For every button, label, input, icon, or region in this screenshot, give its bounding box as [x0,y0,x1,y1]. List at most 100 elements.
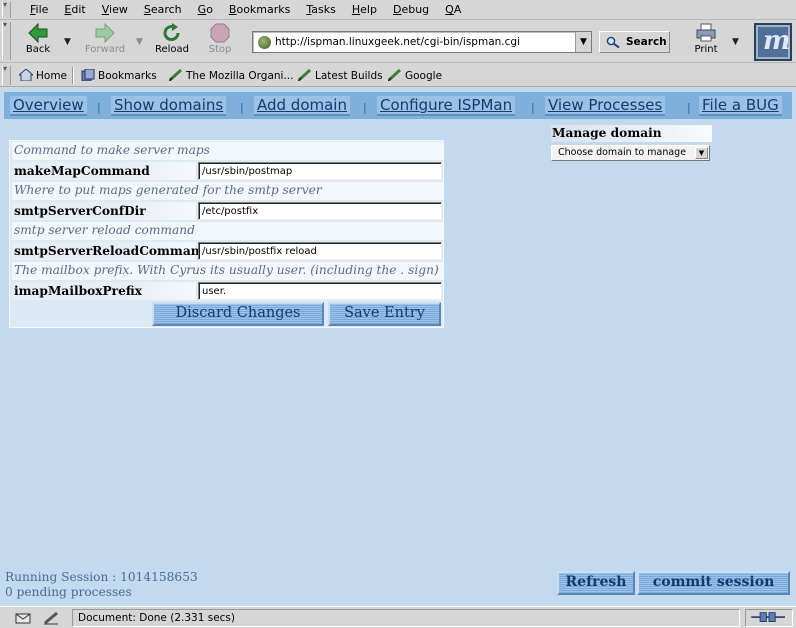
field-label: imapMailboxPrefix [12,282,196,300]
save-entry-button[interactable]: Save Entry [328,302,441,326]
field-label: makeMapCommand [12,162,196,180]
makemapcommand-input[interactable] [198,162,442,180]
bookmark-pen-icon [169,69,183,81]
menu-tasks[interactable]: Tasks [298,3,343,16]
stop-button[interactable]: Stop [198,23,242,55]
menu-go[interactable]: Go [190,3,221,16]
discard-changes-button[interactable]: Discard Changes [152,302,324,326]
bookmark-latest-builds-label: Latest Builds [315,70,383,82]
bookmarks-icon [81,69,95,81]
mail-icon[interactable] [14,610,32,625]
page-content: Overview | Show domains | Add domain | C… [0,88,796,606]
nav-file-a-bug[interactable]: File a BUG [699,96,782,116]
config-row-imapmailboxprefix: imapMailboxPrefix [12,282,443,300]
forward-label: Forward [84,44,126,55]
connection-plug-icon [751,612,785,622]
stop-icon [210,23,230,43]
print-dropdown-icon[interactable]: ▼ [732,37,739,47]
personalbar-grip[interactable] [2,64,11,85]
back-arrow-icon [28,23,48,43]
bookmark-pen-icon [298,69,312,81]
manage-domain-panel: Manage domain Choose domain to manage ▼ [551,125,712,161]
toolbar-separator [72,67,74,84]
menubar-grip[interactable] [2,0,11,18]
menu-qa[interactable]: QA [437,3,469,16]
mozilla-throbber-logo[interactable]: m [754,23,792,61]
menu-bar: File Edit View Search Go Bookmarks Tasks… [0,0,796,20]
navbar-grip[interactable] [2,20,11,60]
status-bar: Document: Done (2.331 secs) [0,606,796,628]
printer-icon [696,23,716,42]
back-history-dropdown-icon[interactable]: ▼ [64,37,71,47]
field-description: The mailbox prefix. With Cyrus its usual… [12,262,443,280]
config-row-smtpserverreloadcommand: smtpServerReloadCommand [12,242,443,260]
refresh-button[interactable]: Refresh [557,571,635,595]
bookmarks-label: Bookmarks [98,70,157,82]
home-button[interactable]: Home [19,69,67,82]
bookmark-pen-icon [388,69,402,81]
navigation-toolbar: Back ▼ Forward ▼ Reload Stop ▼ Search [0,20,796,63]
status-text: Document: Done (2.331 secs) [72,609,740,627]
manage-domain-title: Manage domain [551,125,712,142]
url-dropdown-icon[interactable]: ▼ [575,32,591,52]
nav-separator: | [363,101,367,114]
bookmark-latest-builds[interactable]: Latest Builds [298,69,383,82]
forward-button[interactable]: Forward [82,23,128,55]
reload-button[interactable]: Reload [150,23,194,55]
top-navigation: Overview | Show domains | Add domain | C… [4,92,792,119]
nav-separator: | [531,101,535,114]
menu-file[interactable]: File [22,3,56,16]
print-button[interactable]: Print [684,23,728,55]
menu-search[interactable]: Search [136,3,190,16]
field-description: Command to make server maps [12,142,443,160]
menu-debug[interactable]: Debug [385,3,437,16]
chevron-down-icon[interactable]: ▼ [695,147,708,159]
session-info: Running Session : 1014158653 0 pending p… [5,570,198,600]
field-description: Where to put maps generated for the smtp… [12,182,443,200]
reload-label: Reload [154,44,190,55]
reload-icon [163,23,180,41]
domain-select[interactable]: Choose domain to manage ▼ [551,145,710,161]
smtpserverreloadcommand-input[interactable] [198,242,442,260]
nav-overview[interactable]: Overview [10,96,87,116]
home-icon [19,69,33,81]
nav-view-processes[interactable]: View Processes [545,96,666,116]
field-label: smtpServerReloadCommand [12,242,209,260]
search-label: Search [626,36,667,48]
home-label: Home [36,70,68,82]
back-button[interactable]: Back [16,23,60,55]
nav-separator: | [687,101,691,114]
menu-bookmarks[interactable]: Bookmarks [221,3,298,16]
forward-arrow-icon [95,23,115,43]
personal-toolbar: Home Bookmarks The Mozilla Organi... Lat… [0,64,796,87]
config-row-smtpserverconfdir: smtpServerConfDir [12,202,443,220]
domain-select-value: Choose domain to manage [558,147,687,158]
url-bar[interactable]: ▼ [252,31,592,53]
smtpserverconfdir-input[interactable] [198,202,442,220]
bookmarks-button[interactable]: Bookmarks [81,69,157,82]
imapmailboxprefix-input[interactable] [198,282,442,300]
bookmark-google[interactable]: Google [388,69,442,82]
field-label: smtpServerConfDir [12,202,196,220]
print-label: Print [694,44,718,55]
url-input[interactable] [275,34,565,50]
configuration-form: Command to make server maps makeMapComma… [9,140,444,328]
nav-add-domain[interactable]: Add domain [254,96,350,116]
forward-history-dropdown-icon[interactable]: ▼ [136,37,143,47]
search-button[interactable]: Search [599,31,670,53]
config-row-makemapcommand: makeMapCommand [12,162,443,180]
search-icon [606,36,620,48]
bookmark-mozilla-org[interactable]: The Mozilla Organi... [169,69,293,82]
menu-edit[interactable]: Edit [56,3,93,16]
running-session-text: Running Session : 1014158653 [5,570,198,584]
menu-view[interactable]: View [94,3,136,16]
nav-configure-ispman[interactable]: Configure ISPMan [377,96,516,116]
commit-session-button[interactable]: commit session [637,571,790,595]
back-label: Back [25,44,51,55]
menu-help[interactable]: Help [344,3,385,16]
online-status-indicator[interactable] [745,609,793,627]
bookmark-google-label: Google [405,70,443,82]
composer-icon[interactable] [42,610,60,625]
nav-show-domains[interactable]: Show domains [111,96,227,116]
site-icon [258,36,271,49]
